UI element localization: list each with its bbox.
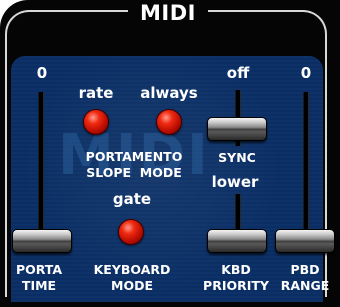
pbd-range-value: 0 xyxy=(300,64,312,82)
porta-time-value: 0 xyxy=(36,64,48,82)
kbd-priority-label-line1: KBD xyxy=(221,262,251,277)
keyboard-mode-value: gate xyxy=(112,190,152,208)
porta-time-track[interactable] xyxy=(38,92,44,232)
kbd-priority-switch-handle[interactable] xyxy=(207,229,267,253)
portamento-slope-led-button[interactable] xyxy=(83,109,109,135)
porta-time-label-line2: TIME xyxy=(21,278,57,293)
pbd-range-track[interactable] xyxy=(303,92,309,232)
pbd-range-label-line2: RANGE xyxy=(280,278,330,293)
portamento-slope-value: rate xyxy=(78,84,114,102)
portamento-mode-led-button[interactable] xyxy=(156,109,182,135)
porta-time-label-line1: PORTA xyxy=(15,262,63,277)
kbd-priority-value: lower xyxy=(211,173,259,191)
sync-switch-handle[interactable] xyxy=(207,117,267,141)
pbd-range-fader[interactable] xyxy=(275,229,335,253)
portamento-mode-value: always xyxy=(140,84,198,102)
keyboard-mode-label-line2: MODE xyxy=(111,278,153,293)
keyboard-mode-led-button[interactable] xyxy=(118,219,144,245)
sync-label: SYNC xyxy=(218,150,256,165)
porta-time-fader[interactable] xyxy=(12,229,72,253)
kbd-priority-switch-track[interactable] xyxy=(235,194,241,232)
keyboard-mode-label-line1: KEYBOARD xyxy=(93,262,171,277)
panel-title: MIDI xyxy=(128,0,208,26)
sync-value: off xyxy=(226,64,250,82)
portamento-label-line1: PORTAMENTO xyxy=(85,149,183,164)
kbd-priority-label-line2: PRIORITY xyxy=(203,278,269,293)
midi-panel-frame: MIDI MIDI 0 PORTA TIME rate always PORTA… xyxy=(0,0,340,307)
portamento-label-line2: SLOPE MODE xyxy=(86,165,182,180)
pbd-range-label-line1: PBD xyxy=(290,262,320,277)
